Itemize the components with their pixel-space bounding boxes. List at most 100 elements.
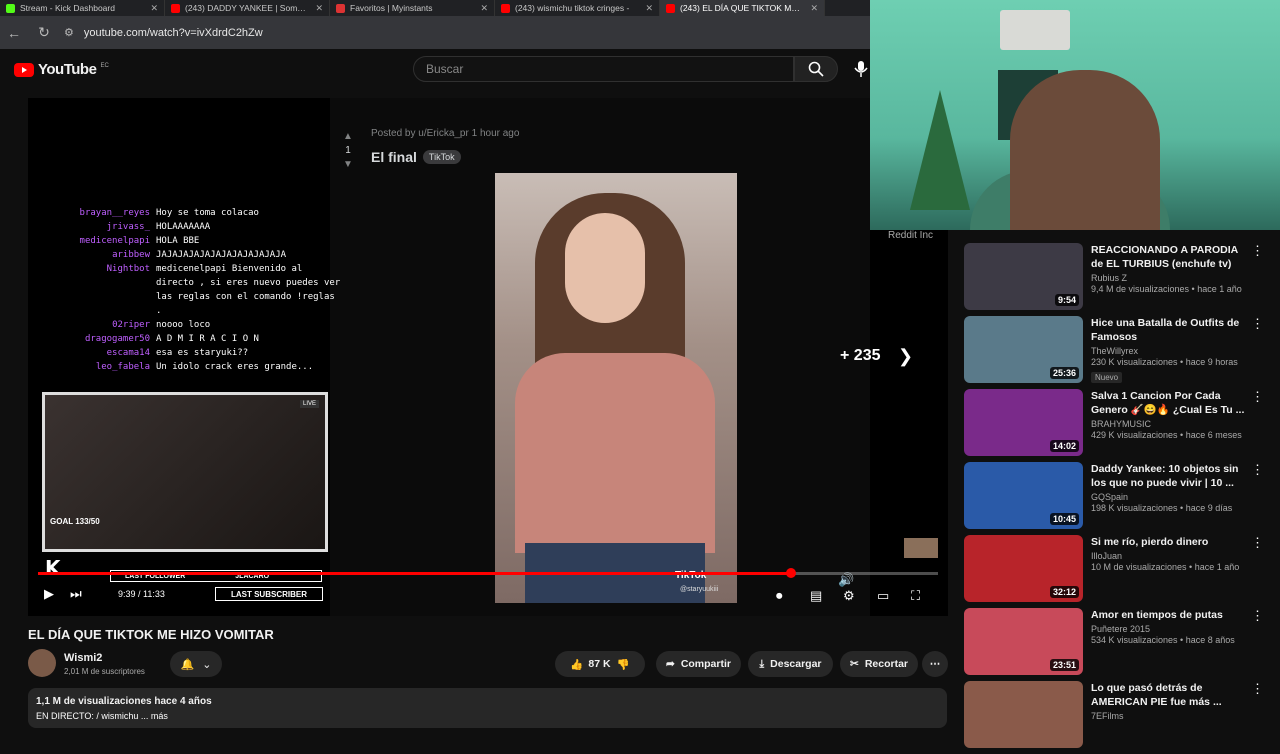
browser-tab[interactable]: (243) DADDY YANKEE | Somos ... ✕ <box>165 0 330 16</box>
more-vert-icon[interactable]: ⋮ <box>1251 462 1264 478</box>
downvote-icon[interactable]: ▼ <box>340 159 356 170</box>
chat-text: noooo loco <box>156 320 211 330</box>
related-video[interactable]: Lo que pasó detrás de AMERICAN PIE fue m… <box>964 681 1264 754</box>
post-title: El final TikTok <box>371 149 461 165</box>
video-thumbnail[interactable]: 32:12 <box>964 535 1083 602</box>
channel-name[interactable]: BRAHYMUSIC <box>1091 419 1246 429</box>
search-input[interactable]: Buscar <box>413 56 794 82</box>
chat-message: Nightbot medicenelpapi Bienvenido al dire… <box>44 262 344 318</box>
video-thumbnail[interactable] <box>964 681 1083 748</box>
duration-badge: 9:54 <box>1054 294 1079 306</box>
notifications-button[interactable]: 🔔 ⌄ <box>170 651 222 677</box>
video-title[interactable]: Si me río, pierdo dinero <box>1091 535 1246 549</box>
youtube-logo[interactable]: YouTube EC <box>14 61 109 78</box>
chat-text: HOLAAAAAAA <box>156 222 211 232</box>
video-title[interactable]: Daddy Yankee: 10 objetos sin los que no … <box>1091 462 1246 490</box>
browser-tab[interactable]: Favoritos | Myinstants ✕ <box>330 0 495 16</box>
related-video[interactable]: 10:45 Daddy Yankee: 10 objetos sin los q… <box>964 462 1264 535</box>
related-video[interactable]: 25:36 Hice una Batalla de Outfits de Fam… <box>964 316 1264 389</box>
kick-logo-icon: K <box>45 556 61 580</box>
more-vert-icon[interactable]: ⋮ <box>1251 243 1264 259</box>
reddit-inc-label: Reddit Inc <box>888 230 934 241</box>
close-tab-icon[interactable]: ✕ <box>150 3 158 14</box>
url-text: youtube.com/watch?v=ivXdrdC2hZw <box>83 26 263 39</box>
channel-name-main[interactable]: Wismi2 <box>64 652 102 664</box>
more-vert-icon[interactable]: ⋮ <box>1251 316 1264 332</box>
theater-mode-icon[interactable]: ▭ <box>877 588 889 604</box>
settings-gear-icon[interactable]: ⚙ <box>843 588 855 604</box>
bell-icon: 🔔 <box>180 658 195 671</box>
more-vert-icon[interactable]: ⋮ <box>1251 608 1264 624</box>
dislike-button[interactable]: 👎 <box>617 658 630 671</box>
more-vert-icon[interactable]: ⋮ <box>1251 681 1264 697</box>
channel-name[interactable]: GQSpain <box>1091 492 1246 502</box>
video-thumbnail[interactable]: 25:36 <box>964 316 1083 383</box>
search-button[interactable] <box>794 56 838 82</box>
related-video[interactable]: 23:51 Amor en tiempos de putas Puñetere 2… <box>964 608 1264 681</box>
duration-badge: 32:12 <box>1049 586 1079 598</box>
related-video[interactable]: 9:54 REACCIONANDO A PARODIA de EL TURBIU… <box>964 243 1264 316</box>
video-thumbnail[interactable]: 14:02 <box>964 389 1083 456</box>
clip-label: Recortar <box>864 658 908 670</box>
chat-message: escama14 esa es staryuki?? <box>44 346 344 360</box>
back-arrow-icon[interactable]: ← <box>4 25 24 41</box>
video-title-main: EL DÍA QUE TIKTOK ME HIZO VOMITAR <box>28 627 274 642</box>
video-title[interactable]: REACCIONANDO A PARODIA de EL TURBIUS (en… <box>1091 243 1246 271</box>
youtube-play-icon <box>14 62 34 77</box>
last-subscriber-bar: LAST SUBSCRIBER <box>215 587 323 601</box>
description-box[interactable]: 1,1 M de visualizaciones hace 4 años EN … <box>28 688 947 728</box>
upvote-icon[interactable]: ▲ <box>340 131 356 142</box>
site-info-icon[interactable]: ⚙ <box>64 26 74 39</box>
close-tab-icon[interactable]: ✕ <box>810 3 818 14</box>
channel-name[interactable]: IlloJuan <box>1091 551 1246 561</box>
close-tab-icon[interactable]: ✕ <box>480 3 488 14</box>
autoplay-toggle[interactable]: ⏺ <box>776 588 783 604</box>
url-field[interactable]: ⚙ youtube.com/watch?v=ivXdrdC2hZw <box>64 26 263 40</box>
related-video[interactable]: 32:12 Si me río, pierdo dinero IlloJuan 10… <box>964 535 1264 608</box>
video-title[interactable]: Salva 1 Cancion Por Cada Genero 🎸😄🔥 ¿Cua… <box>1091 389 1246 417</box>
channel-name[interactable]: Puñetere 2015 <box>1091 624 1246 634</box>
channel-avatar[interactable] <box>28 649 56 677</box>
reload-icon[interactable]: ↻ <box>34 24 54 41</box>
channel-name[interactable]: TheWillyrex <box>1091 346 1246 356</box>
share-button[interactable]: ➦ Compartir <box>656 651 741 677</box>
browser-tab-active[interactable]: (243) EL DÍA QUE TIKTOK ME H ✕ <box>660 0 825 16</box>
chat-username: leo_fabela <box>95 362 150 372</box>
clip-button[interactable]: ✂ Recortar <box>840 651 918 677</box>
next-icon[interactable]: ⏭ <box>70 586 82 602</box>
more-vert-icon[interactable]: ⋮ <box>1251 535 1264 551</box>
post-title-text: El final <box>371 149 417 165</box>
streamer-head <box>1010 70 1160 230</box>
channel-name[interactable]: Rubius Z <box>1091 273 1246 283</box>
related-video[interactable]: 14:02 Salva 1 Cancion Por Cada Genero 🎸😄… <box>964 389 1264 462</box>
volume-icon[interactable]: 🔊 <box>838 572 854 588</box>
video-title[interactable]: Lo que pasó detrás de AMERICAN PIE fue m… <box>1091 681 1246 709</box>
more-vert-icon[interactable]: ⋮ <box>1251 389 1264 405</box>
new-badge: Nuevo <box>1091 372 1123 383</box>
microphone-icon[interactable] <box>853 60 869 78</box>
subtitles-icon[interactable]: ▤ <box>810 588 822 604</box>
video-title[interactable]: Hice una Batalla de Outfits de Famosos <box>1091 316 1246 344</box>
chat-username: 02riper <box>112 320 150 330</box>
video-thumbnail[interactable]: 23:51 <box>964 608 1083 675</box>
progress-scrubber[interactable] <box>786 568 796 578</box>
more-actions-button[interactable]: ⋯ <box>922 651 948 677</box>
video-thumbnail[interactable]: 10:45 <box>964 462 1083 529</box>
download-button[interactable]: ⤓ Descargar <box>748 651 833 677</box>
search-placeholder: Buscar <box>426 62 464 76</box>
video-meta: 198 K visualizaciones • hace 9 días <box>1091 503 1233 513</box>
close-tab-icon[interactable]: ✕ <box>645 3 653 14</box>
chat-message: jrivass_ HOLAAAAAAA <box>44 220 344 234</box>
video-thumbnail[interactable]: 9:54 <box>964 243 1083 310</box>
chevron-right-icon[interactable]: ❯ <box>898 346 913 367</box>
browser-tab[interactable]: Stream - Kick Dashboard ✕ <box>0 0 165 16</box>
video-meta: 429 K visualizaciones • hace 6 meses <box>1091 430 1242 440</box>
browser-tab[interactable]: (243) wismichu tiktok cringes - ✕ <box>495 0 660 16</box>
like-button[interactable]: 👍 87 K <box>570 658 610 671</box>
video-title[interactable]: Amor en tiempos de putas <box>1091 608 1246 622</box>
fullscreen-icon[interactable]: ⛶ <box>911 588 920 604</box>
close-tab-icon[interactable]: ✕ <box>315 3 323 14</box>
play-icon[interactable]: ▶ <box>44 586 54 602</box>
video-figure-face <box>565 213 645 323</box>
like-count: 87 K <box>588 658 611 670</box>
